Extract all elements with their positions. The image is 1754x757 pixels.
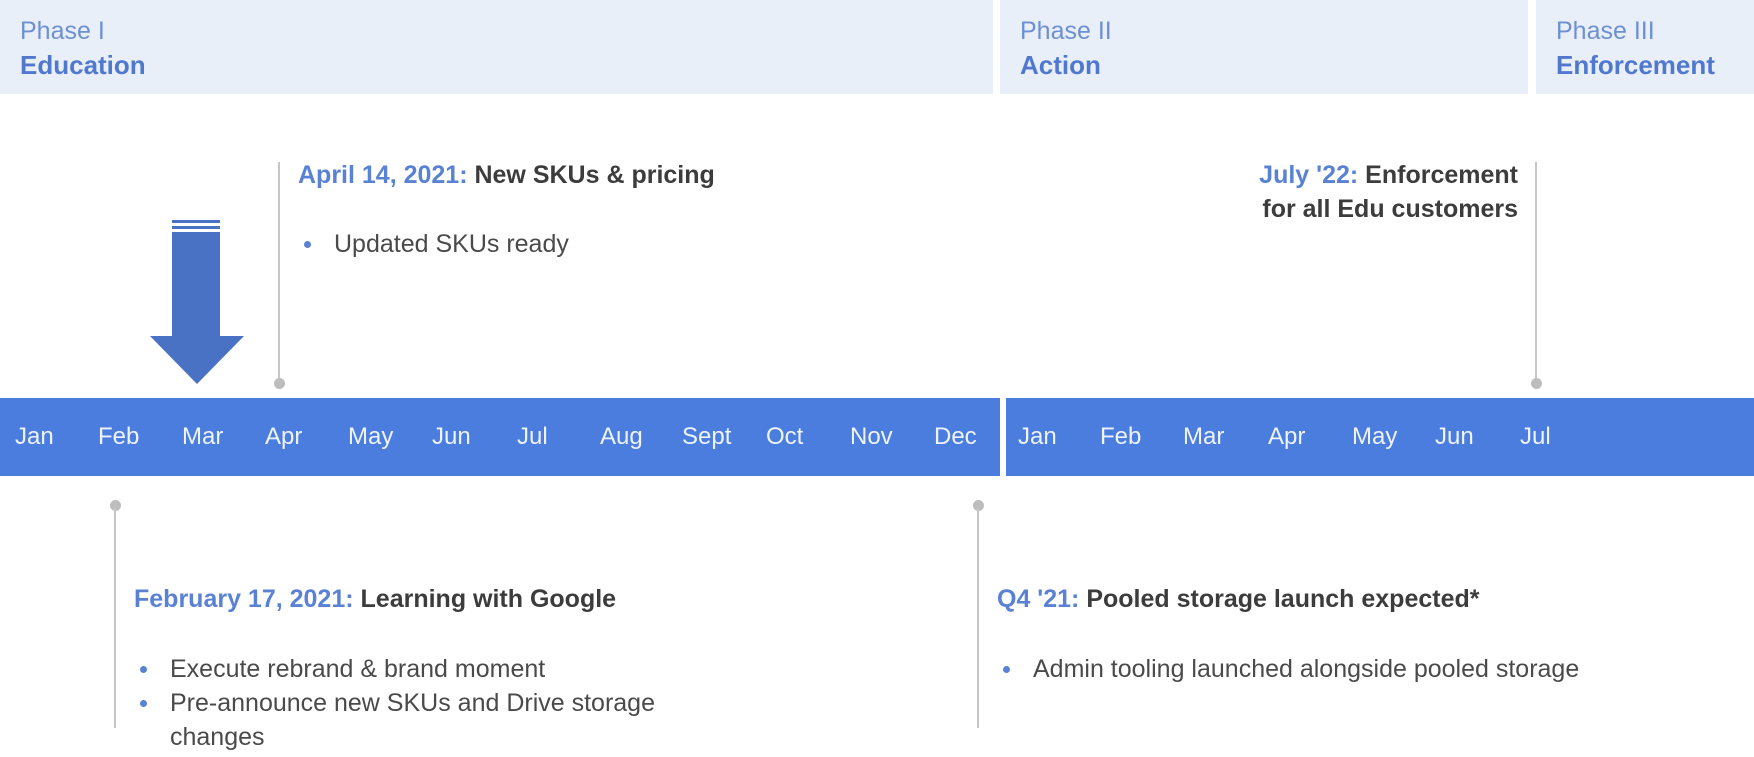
phase-2-number: Phase II bbox=[1020, 17, 1112, 45]
list-item: Execute rebrand & brand moment bbox=[136, 652, 756, 686]
list-item: Updated SKUs ready bbox=[300, 227, 820, 261]
month-label: Nov bbox=[850, 423, 893, 450]
event-q4-date: Q4 '21: bbox=[997, 585, 1080, 613]
month-label: May bbox=[348, 423, 394, 450]
event-jul22-line2: for all Edu customers bbox=[1262, 195, 1518, 223]
bullet-icon bbox=[140, 666, 147, 673]
month-label: Sept bbox=[682, 423, 732, 450]
bullet-text: Execute rebrand & brand moment bbox=[170, 655, 546, 683]
event-feb-date: February 17, 2021: bbox=[134, 585, 354, 613]
month-label: Feb bbox=[1100, 423, 1142, 450]
event-apr-bullets: Updated SKUs ready bbox=[300, 227, 820, 261]
phase-3-name: Enforcement bbox=[1556, 50, 1715, 80]
month-label: Jul bbox=[517, 423, 548, 450]
event-q4-title-text: Pooled storage launch expected* bbox=[1079, 585, 1480, 613]
feb-connector-line bbox=[114, 508, 116, 728]
bullet-icon bbox=[304, 241, 311, 248]
jul22-connector-line bbox=[1535, 162, 1537, 382]
apr-connector-line bbox=[278, 162, 280, 382]
event-apr-date: April 14, 2021: bbox=[298, 161, 468, 189]
q4-connector-line bbox=[977, 508, 979, 728]
month-label: Mar bbox=[1183, 423, 1225, 450]
event-jul22-date: July '22: bbox=[1259, 161, 1359, 189]
event-apr-title-text: New SKUs & pricing bbox=[467, 161, 715, 189]
phase-1-header: Phase I Education bbox=[0, 0, 993, 94]
phase-2-header: Phase II Action bbox=[1000, 0, 1528, 94]
event-q4-bullets: Admin tooling launched alongside pooled … bbox=[999, 652, 1739, 686]
month-label: Jun bbox=[432, 423, 471, 450]
bullet-text: Pre-announce new SKUs and Drive storage … bbox=[170, 689, 655, 751]
month-label: Feb bbox=[98, 423, 140, 450]
phase-2-name: Action bbox=[1020, 50, 1101, 80]
event-feb-bullets: Execute rebrand & brand moment Pre-annou… bbox=[136, 652, 756, 754]
list-item: Admin tooling launched alongside pooled … bbox=[999, 652, 1739, 686]
month-label: Dec bbox=[934, 423, 977, 450]
list-item: Pre-announce new SKUs and Drive storage … bbox=[136, 686, 756, 754]
event-jul22-line1: July '22: Enforcement bbox=[1120, 158, 1518, 192]
month-label: Aug bbox=[600, 423, 643, 450]
apr-connector-dot bbox=[274, 378, 285, 389]
month-label: Oct bbox=[766, 423, 804, 450]
event-feb-title-text: Learning with Google bbox=[353, 585, 617, 613]
event-q4-title: Q4 '21: Pooled storage launch expected* bbox=[997, 582, 1480, 616]
event-jul22-title-text: Enforcement bbox=[1358, 161, 1518, 189]
month-label: May bbox=[1352, 423, 1398, 450]
bullet-text: Admin tooling launched alongside pooled … bbox=[1033, 655, 1580, 683]
phase-3-header: Phase III Enforcement bbox=[1536, 0, 1754, 94]
jul22-connector-dot bbox=[1531, 378, 1542, 389]
bullet-icon bbox=[140, 700, 147, 707]
event-apr-title: April 14, 2021: New SKUs & pricing bbox=[298, 158, 715, 192]
month-label: Jul bbox=[1520, 423, 1551, 450]
month-label: Mar bbox=[182, 423, 224, 450]
month-label: Jun bbox=[1435, 423, 1474, 450]
phase-1-name: Education bbox=[20, 50, 146, 80]
month-label: Apr bbox=[265, 423, 303, 450]
month-label: Apr bbox=[1268, 423, 1306, 450]
bullet-text: Updated SKUs ready bbox=[334, 230, 569, 258]
phase-1-number: Phase I bbox=[20, 17, 105, 45]
month-label: Jan bbox=[1018, 423, 1057, 450]
phase-3-number: Phase III bbox=[1556, 17, 1655, 45]
current-month-arrow-icon bbox=[150, 220, 244, 384]
bullet-icon bbox=[1003, 666, 1010, 673]
event-feb-title: February 17, 2021: Learning with Google bbox=[134, 582, 616, 616]
month-label: Jan bbox=[15, 423, 54, 450]
event-jul22-title: July '22: Enforcement for all Edu custom… bbox=[1120, 158, 1518, 226]
